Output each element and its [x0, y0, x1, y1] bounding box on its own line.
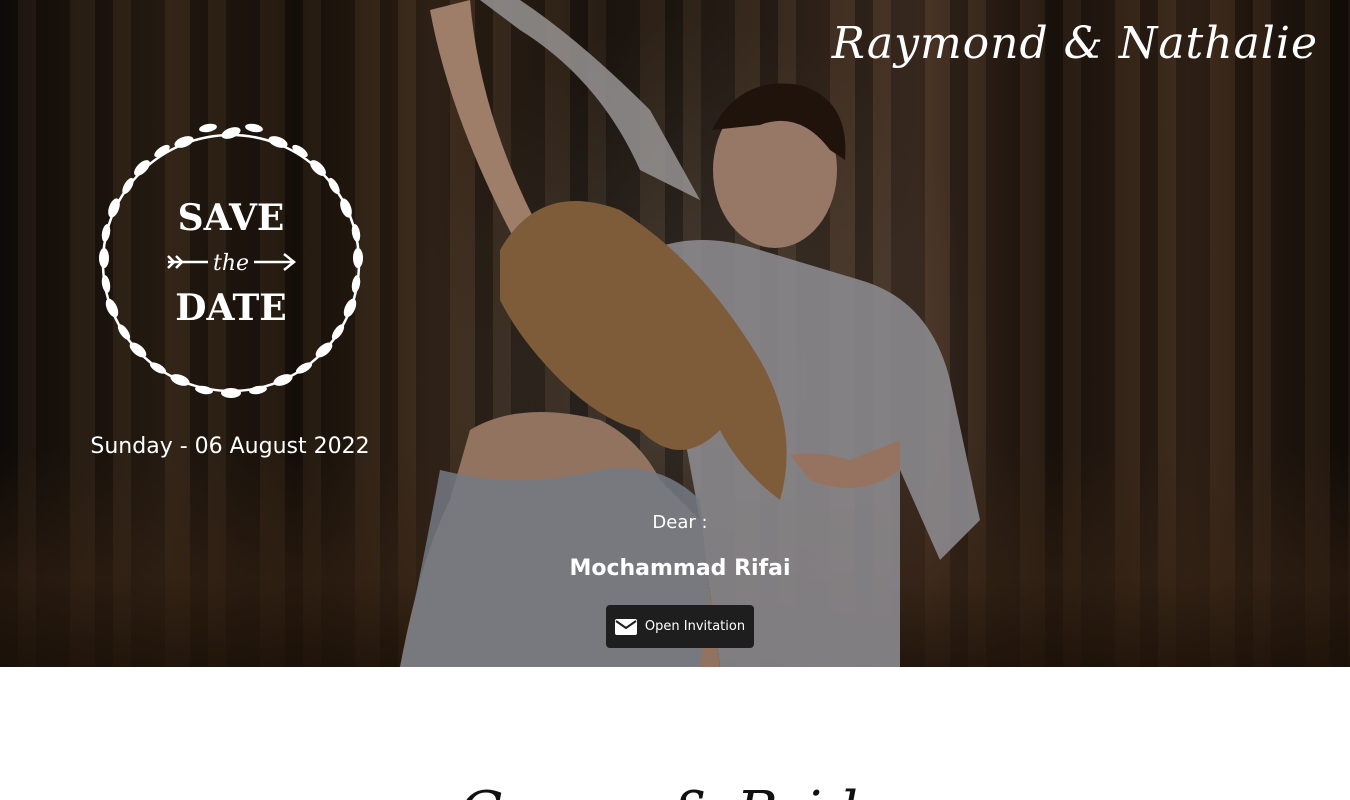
save-the-date-badge: SAVE the DATE [88, 118, 374, 408]
guest-name: Mochammad Rifai [569, 556, 791, 581]
hero-cover: Raymond & Nathalie SAVE the DATE Sunday … [0, 0, 1350, 667]
greeting-label: Dear : [652, 512, 708, 533]
save-text: SAVE [178, 197, 285, 239]
event-date: Sunday - 06 August 2022 [90, 434, 370, 459]
date-text: DATE [175, 287, 286, 329]
mail-icon [614, 618, 637, 635]
section-title: Groom & Bride [400, 778, 950, 800]
open-invitation-button[interactable]: Open Invitation [606, 605, 754, 648]
couple-names-heading: Raymond & Nathalie [831, 18, 1318, 69]
the-text: the [213, 251, 249, 276]
open-invitation-label: Open Invitation [644, 619, 746, 634]
